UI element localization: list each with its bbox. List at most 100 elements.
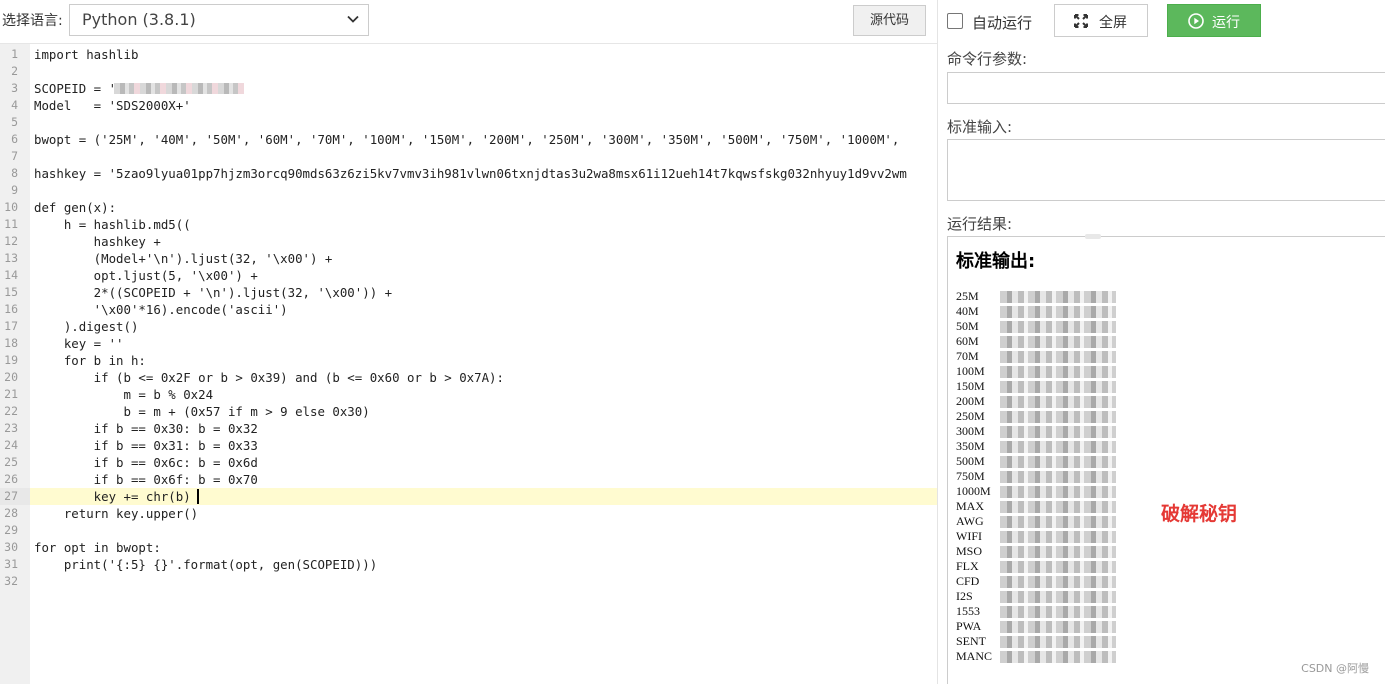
code-line[interactable]: 22 b = m + (0x57 if m > 9 else 0x30) — [0, 403, 937, 420]
redacted-key — [1000, 486, 1116, 498]
run-button[interactable]: 运行 — [1167, 4, 1261, 37]
fullscreen-button[interactable]: 全屏 — [1054, 4, 1148, 37]
code-line[interactable]: 18 key = '' — [0, 335, 937, 352]
auto-run-label: 自动运行 — [972, 14, 1033, 32]
output-row: 25M — [956, 289, 1116, 304]
language-selected-value: Python (3.8.1) — [82, 10, 196, 29]
line-number: 19 — [4, 353, 18, 367]
line-number: 28 — [4, 506, 18, 520]
line-number: 13 — [4, 251, 18, 265]
code-line[interactable]: 27 key += chr(b) — [0, 488, 937, 505]
code-line[interactable]: 4 Model = 'SDS2000X+' — [0, 97, 937, 114]
editor-pane: 选择语言: Python (3.8.1) 源代码 1 import hashlib… — [0, 0, 937, 684]
code-line[interactable]: 10 def gen(x): — [0, 199, 937, 216]
code-line[interactable]: 29 — [0, 522, 937, 539]
redacted-key — [1000, 381, 1116, 393]
line-number: 7 — [11, 149, 18, 163]
code-text: if b == 0x30: b = 0x32 — [34, 421, 258, 436]
args-input[interactable] — [947, 72, 1385, 104]
output-row: 50M — [956, 319, 1116, 334]
code-line[interactable]: 17 ).digest() — [0, 318, 937, 335]
code-line[interactable]: 5 — [0, 114, 937, 131]
output-option: 25M — [956, 289, 979, 303]
code-line[interactable]: 9 — [0, 182, 937, 199]
code-line[interactable]: 6 bwopt = ('25M', '40M', '50M', '60M', '7… — [0, 131, 937, 148]
code-line[interactable]: 19 for b in h: — [0, 352, 937, 369]
code-text: Model = 'SDS2000X+' — [34, 98, 191, 113]
line-number: 26 — [4, 472, 18, 486]
code-text: m = b % 0x24 — [34, 387, 214, 402]
redacted-key — [1000, 411, 1116, 423]
code-line[interactable]: 23 if b == 0x30: b = 0x32 — [0, 420, 937, 437]
code-line[interactable]: 8 hashkey = '5zao9lyua01pp7hjzm3orcq90mds… — [0, 165, 937, 182]
output-option: I2S — [956, 589, 973, 603]
line-number: 24 — [4, 438, 18, 452]
output-row: 40M — [956, 304, 1116, 319]
play-circle-icon — [1188, 13, 1204, 29]
line-number: 29 — [4, 523, 18, 537]
redacted-key — [1000, 321, 1116, 333]
source-code-button[interactable]: 源代码 — [853, 5, 926, 36]
code-line[interactable]: 26 if b == 0x6f: b = 0x70 — [0, 471, 937, 488]
resize-handle[interactable] — [1085, 234, 1101, 239]
redacted-key — [1000, 636, 1116, 648]
code-line[interactable]: 13 (Model+'\n').ljust(32, '\x00') + — [0, 250, 937, 267]
code-text: (Model+'\n').ljust(32, '\x00') + — [34, 251, 333, 266]
redacted-key — [1000, 501, 1116, 513]
expand-icon — [1074, 14, 1088, 28]
output-row: 1000M — [956, 484, 1116, 499]
output-option: 1000M — [956, 484, 991, 498]
output-option: 1553 — [956, 604, 980, 618]
run-panel: 自动运行 全屏 运行 命令行参数: 标准输入: 运行结果: 标准输出: 25M 4… — [947, 0, 1385, 684]
line-number: 22 — [4, 404, 18, 418]
line-number: 4 — [11, 98, 18, 112]
redacted-key — [1000, 291, 1116, 303]
pane-divider[interactable] — [937, 0, 938, 684]
language-select[interactable]: Python (3.8.1) — [69, 4, 369, 36]
args-label: 命令行参数: — [947, 50, 1028, 68]
output-option: 70M — [956, 349, 979, 363]
code-line[interactable]: 28 return key.upper() — [0, 505, 937, 522]
code-line[interactable]: 15 2*((SCOPEID + '\n').ljust(32, '\x00')… — [0, 284, 937, 301]
line-number: 14 — [4, 268, 18, 282]
output-option: SENT — [956, 634, 986, 648]
output-option: 250M — [956, 409, 985, 423]
code-text: if b == 0x6f: b = 0x70 — [34, 472, 258, 487]
auto-run-checkbox[interactable] — [947, 13, 963, 29]
code-text: return key.upper() — [34, 506, 199, 521]
code-line[interactable]: 21 m = b % 0x24 — [0, 386, 937, 403]
code-line[interactable]: 30 for opt in bwopt: — [0, 539, 937, 556]
redacted-key — [1000, 606, 1116, 618]
code-line[interactable]: 1 import hashlib — [0, 46, 937, 63]
code-line[interactable]: 24 if b == 0x31: b = 0x33 — [0, 437, 937, 454]
redacted-key — [1000, 456, 1116, 468]
code-line[interactable]: 14 opt.ljust(5, '\x00') + — [0, 267, 937, 284]
redacted-key — [1000, 576, 1116, 588]
line-number: 32 — [4, 574, 18, 588]
line-number: 8 — [11, 166, 18, 180]
line-number: 3 — [11, 81, 18, 95]
code-line[interactable]: 2 — [0, 63, 937, 80]
code-line[interactable]: 16 '\x00'*16).encode('ascii') — [0, 301, 937, 318]
line-number: 27 — [4, 489, 18, 503]
output-row: 200M — [956, 394, 1116, 409]
output-row: AWG — [956, 514, 1116, 529]
output-option: FLX — [956, 559, 979, 573]
output-row: 250M — [956, 409, 1116, 424]
code-line[interactable]: 25 if b == 0x6c: b = 0x6d — [0, 454, 937, 471]
output-option: 300M — [956, 424, 985, 438]
stdin-input[interactable] — [947, 139, 1385, 201]
code-line[interactable]: 7 — [0, 148, 937, 165]
redacted-key — [1000, 426, 1116, 438]
code-line[interactable]: 32 — [0, 573, 937, 590]
code-line[interactable]: 3 SCOPEID = ' — [0, 80, 937, 97]
code-editor[interactable]: 1 import hashlib 2 3 SCOPEID = ' 4 Model = 'SD… — [0, 43, 937, 684]
code-line[interactable]: 20 if (b <= 0x2F or b > 0x39) and (b <= … — [0, 369, 937, 386]
line-number: 23 — [4, 421, 18, 435]
result-output[interactable]: 标准输出: 25M 40M 50M 60M 70M 100M 150M 200M 250M 300… — [947, 234, 1385, 684]
code-line[interactable]: 31 print('{:5} {}'.format(opt, gen(SCOPE… — [0, 556, 937, 573]
output-row: 750M — [956, 469, 1116, 484]
code-line[interactable]: 11 h = hashlib.md5(( — [0, 216, 937, 233]
output-row: 100M — [956, 364, 1116, 379]
code-line[interactable]: 12 hashkey + — [0, 233, 937, 250]
